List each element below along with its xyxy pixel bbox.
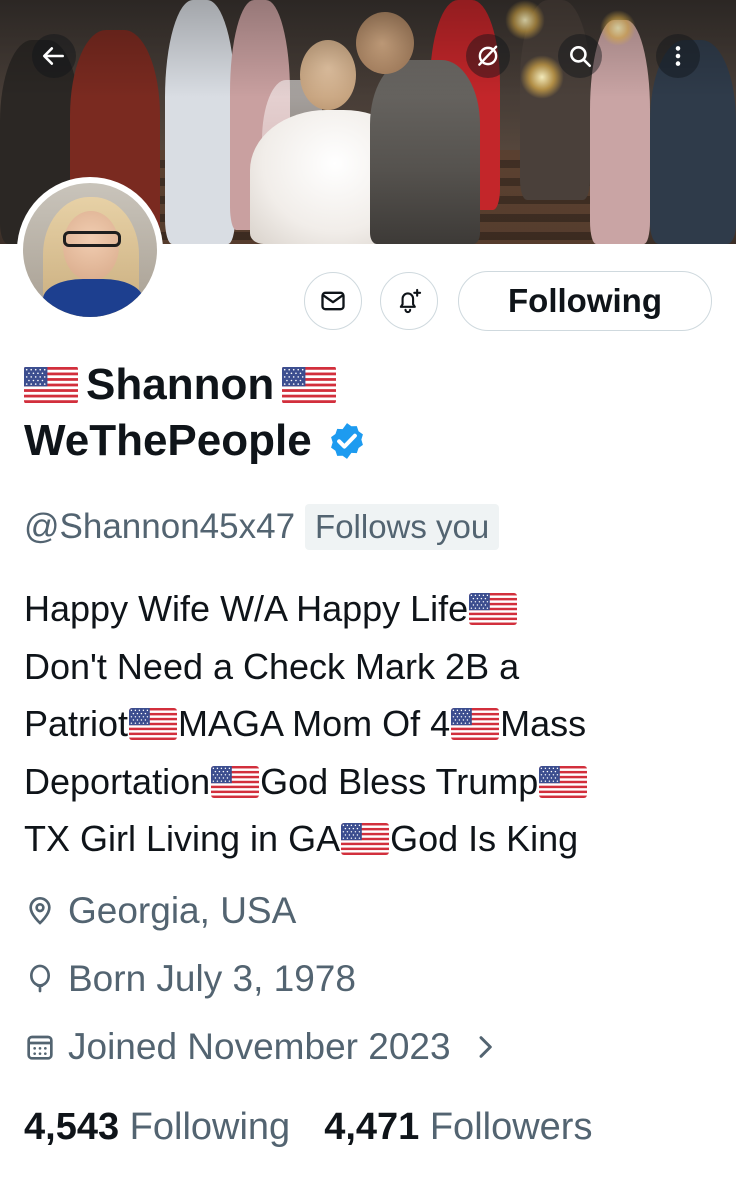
bio-line: Don't Need a Check Mark 2B a bbox=[24, 638, 724, 696]
bio-text: Mass bbox=[500, 703, 587, 744]
display-name-line1: Shannon bbox=[24, 357, 368, 413]
followers-stat[interactable]: 4,471 Followers bbox=[324, 1106, 592, 1149]
us-flag-icon bbox=[451, 708, 499, 740]
bio-line: Happy Wife W/A Happy Life bbox=[24, 580, 724, 638]
profile-bio: Happy Wife W/A Happy Life Don't Need a C… bbox=[24, 580, 724, 868]
more-vertical-icon bbox=[675, 46, 681, 66]
birthday-text: Born July 3, 1978 bbox=[68, 958, 356, 999]
us-flag-icon bbox=[282, 366, 336, 404]
bio-line: Patriot MAGA Mom Of 4 Mass bbox=[24, 695, 724, 753]
us-flag-icon bbox=[539, 766, 587, 798]
bio-line: Deportation God Bless Trump bbox=[24, 753, 724, 811]
profile-avatar[interactable] bbox=[17, 177, 163, 323]
envelope-icon bbox=[321, 291, 345, 311]
joined-row[interactable]: Joined November 2023 bbox=[24, 1026, 501, 1068]
display-name-text: Shannon bbox=[86, 360, 275, 409]
back-button[interactable] bbox=[32, 34, 76, 78]
display-name-text: WeThePeople bbox=[24, 416, 312, 465]
bio-text: Happy Wife W/A Happy Life bbox=[24, 588, 469, 629]
bio-text: Patriot bbox=[24, 703, 129, 744]
grok-icon bbox=[478, 45, 498, 66]
bio-text: God Is King bbox=[390, 818, 579, 859]
verified-badge-icon[interactable] bbox=[326, 420, 368, 462]
display-name-line2: WeThePeople bbox=[24, 413, 368, 469]
more-button[interactable] bbox=[656, 34, 700, 78]
search-button[interactable] bbox=[558, 34, 602, 78]
calendar-icon bbox=[27, 1035, 53, 1060]
avatar-photo bbox=[23, 183, 157, 317]
follows-you-badge: Follows you bbox=[305, 504, 500, 550]
us-flag-icon bbox=[341, 823, 389, 855]
following-button[interactable]: Following bbox=[458, 271, 712, 331]
balloon-icon bbox=[30, 964, 50, 993]
notify-button[interactable] bbox=[380, 272, 438, 330]
chevron-right-icon bbox=[479, 1036, 492, 1058]
bell-plus-icon bbox=[399, 288, 422, 314]
grok-button[interactable] bbox=[466, 34, 510, 78]
avatar-glasses bbox=[63, 231, 121, 247]
following-count: 4,543 bbox=[24, 1106, 120, 1148]
avatar-shirt bbox=[43, 279, 143, 317]
following-label: Following bbox=[129, 1106, 291, 1148]
location-row: Georgia, USA bbox=[24, 890, 296, 932]
us-flag-icon bbox=[129, 708, 177, 740]
bio-text: Deportation bbox=[24, 760, 211, 802]
following-stat[interactable]: 4,543 Following bbox=[24, 1106, 290, 1149]
follow-stats: 4,543 Following 4,471 Followers bbox=[24, 1106, 592, 1149]
search-icon bbox=[570, 46, 592, 68]
bio-text: MAGA Mom Of 4 bbox=[178, 703, 451, 744]
user-handle: @Shannon45x47 bbox=[24, 507, 296, 546]
birthday-row: Born July 3, 1978 bbox=[24, 958, 356, 1000]
arrow-left-icon bbox=[42, 47, 64, 65]
bio-text: TX Girl Living in GA bbox=[24, 818, 341, 859]
display-name: Shannon WeThePeople bbox=[24, 357, 368, 469]
bio-text: God Bless Trump bbox=[260, 760, 539, 802]
followers-count: 4,471 bbox=[324, 1106, 420, 1148]
us-flag-icon bbox=[211, 766, 259, 798]
handle-row: @Shannon45x47 Follows you bbox=[24, 504, 500, 550]
location-pin-icon bbox=[29, 897, 51, 925]
us-flag-icon bbox=[469, 593, 517, 625]
joined-text: Joined November 2023 bbox=[68, 1026, 451, 1067]
followers-label: Followers bbox=[429, 1106, 593, 1148]
us-flag-icon bbox=[24, 366, 78, 404]
bio-line: TX Girl Living in GA God Is King bbox=[24, 810, 724, 868]
location-text: Georgia, USA bbox=[68, 890, 297, 931]
message-button[interactable] bbox=[304, 272, 362, 330]
bio-text: Don't Need a Check Mark 2B a bbox=[24, 645, 520, 687]
